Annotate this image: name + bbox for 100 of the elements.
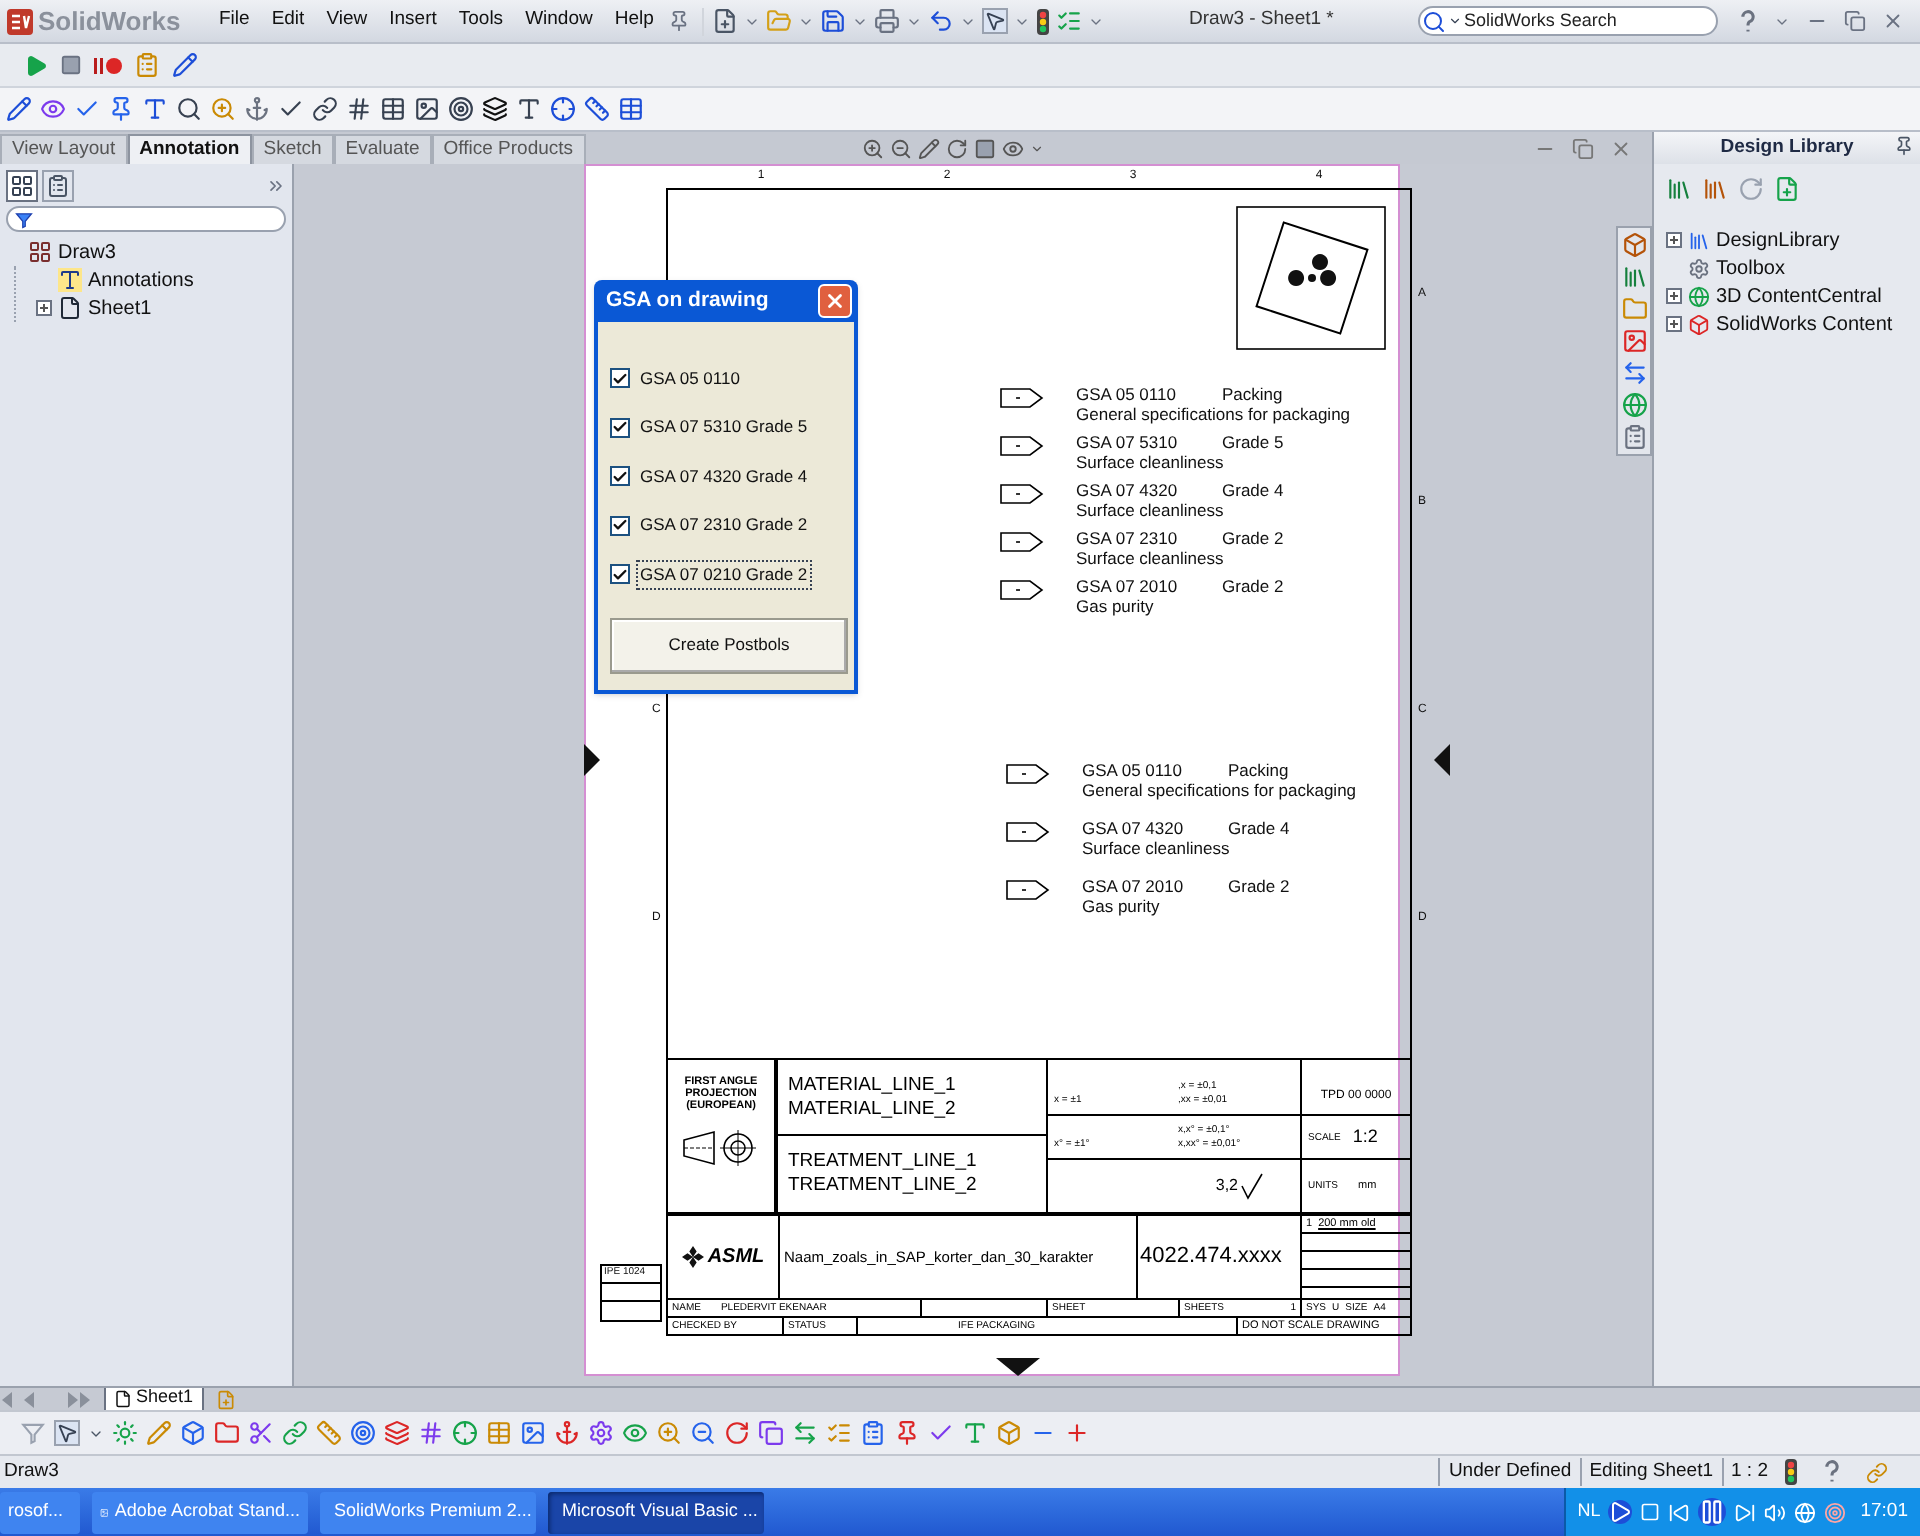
- folder-icon[interactable]: [1621, 296, 1647, 322]
- help-icon[interactable]: [1822, 1460, 1842, 1484]
- eye-icon[interactable]: [40, 96, 66, 122]
- picture-icon[interactable]: [1621, 328, 1647, 354]
- pin-icon[interactable]: [668, 10, 691, 32]
- scissors-icon[interactable]: [248, 1420, 274, 1446]
- close-icon[interactable]: [1610, 138, 1632, 160]
- previous-icon[interactable]: [1668, 1501, 1691, 1523]
- record-icon[interactable]: [94, 53, 122, 77]
- pencil-icon[interactable]: [146, 1420, 172, 1446]
- tree-item-label[interactable]: Draw3: [58, 237, 116, 267]
- checkbox[interactable]: [610, 515, 630, 536]
- play-icon[interactable]: [24, 53, 48, 77]
- box-icon[interactable]: [180, 1420, 206, 1446]
- taskbar-button[interactable]: SolidWorks Premium 2...: [320, 1491, 536, 1533]
- text-note-icon[interactable]: [142, 96, 168, 122]
- next-icon[interactable]: [1734, 1501, 1757, 1523]
- magnifier-icon[interactable]: [176, 96, 202, 122]
- hash-icon[interactable]: [346, 96, 372, 122]
- table-icon[interactable]: [486, 1420, 512, 1446]
- sheet-tab[interactable]: Sheet1: [104, 1387, 204, 1411]
- command-tab[interactable]: View Layout: [0, 134, 128, 164]
- pin-icon[interactable]: [108, 96, 134, 122]
- print-icon[interactable]: [874, 8, 901, 34]
- save-icon[interactable]: [820, 8, 847, 34]
- checkbox[interactable]: [610, 466, 630, 487]
- text-icon[interactable]: [962, 1420, 988, 1446]
- checkbox-label[interactable]: GSA 07 5310 Grade 5: [636, 412, 812, 443]
- network-icon[interactable]: [1794, 1501, 1817, 1523]
- property-tab-icon[interactable]: [42, 170, 74, 202]
- zoom-out-icon[interactable]: [690, 1420, 716, 1446]
- link-icon[interactable]: [312, 96, 338, 122]
- tree-item-label[interactable]: Toolbox: [1716, 253, 1785, 283]
- volume-icon[interactable]: [1764, 1501, 1787, 1523]
- anchor-icon[interactable]: [244, 96, 270, 122]
- checkbox-label[interactable]: GSA 07 4320 Grade 4: [636, 461, 812, 492]
- add-library-icon[interactable]: [1666, 175, 1692, 201]
- arrows-icon[interactable]: [792, 1420, 818, 1446]
- rotate-icon[interactable]: [945, 138, 968, 160]
- zoom-out-icon[interactable]: [889, 138, 912, 160]
- target-icon[interactable]: [448, 96, 474, 122]
- expander-icon[interactable]: [1666, 232, 1682, 248]
- sun-icon[interactable]: [112, 1420, 138, 1446]
- checkbox[interactable]: [610, 564, 630, 585]
- restore-icon[interactable]: [1572, 138, 1594, 160]
- zoom-icon[interactable]: [210, 96, 236, 122]
- close-button[interactable]: [818, 284, 852, 318]
- checkbox-label[interactable]: GSA 05 0110: [636, 363, 744, 394]
- zoom-in-icon[interactable]: [656, 1420, 682, 1446]
- menu-item[interactable]: Help: [603, 6, 665, 36]
- expander-icon[interactable]: [1666, 316, 1682, 332]
- caret-icon[interactable]: [1029, 142, 1044, 156]
- restore-icon[interactable]: [1844, 10, 1866, 32]
- picture-icon[interactable]: [414, 96, 440, 122]
- select-pointer-icon[interactable]: [982, 8, 1009, 34]
- target-icon[interactable]: [350, 1420, 376, 1446]
- filter-field[interactable]: [6, 206, 286, 232]
- ruler-icon[interactable]: [584, 96, 610, 122]
- rebuild-status-icon[interactable]: [1784, 1458, 1798, 1486]
- pause-icon[interactable]: [1698, 1498, 1727, 1526]
- new-document-icon[interactable]: [712, 8, 739, 34]
- tree-item-label[interactable]: SolidWorks Content: [1716, 309, 1893, 339]
- hash-icon[interactable]: [418, 1420, 444, 1446]
- menu-item[interactable]: File: [208, 6, 261, 36]
- tree-item-label[interactable]: DesignLibrary: [1716, 225, 1840, 255]
- pin-icon[interactable]: [1894, 136, 1914, 156]
- library-icon[interactable]: [1621, 264, 1647, 290]
- menu-item[interactable]: Edit: [260, 6, 316, 36]
- search-field[interactable]: SolidWorks Search: [1418, 6, 1718, 36]
- menu-item[interactable]: View: [315, 6, 379, 36]
- undo-icon[interactable]: [928, 8, 955, 34]
- cube-icon[interactable]: [996, 1420, 1022, 1446]
- view-box-icon[interactable]: [973, 138, 996, 160]
- expander-icon[interactable]: [36, 300, 52, 316]
- checkbox[interactable]: [610, 368, 630, 389]
- picture-icon[interactable]: [520, 1420, 546, 1446]
- arrows-icon[interactable]: [1621, 360, 1647, 386]
- copy-icon[interactable]: [758, 1420, 784, 1446]
- new-file-icon[interactable]: [1774, 175, 1800, 201]
- search-icon[interactable]: [1422, 9, 1446, 33]
- gear-icon[interactable]: [588, 1420, 614, 1446]
- play-icon[interactable]: [1608, 1500, 1633, 1524]
- rotate-icon[interactable]: [724, 1420, 750, 1446]
- sheet-edge-marker-icon[interactable]: [996, 1358, 1040, 1376]
- expander-icon[interactable]: [1666, 288, 1682, 304]
- command-tab[interactable]: Annotation: [127, 134, 252, 164]
- create-postbols-button[interactable]: Create Postbols: [610, 617, 848, 673]
- checklist-icon[interactable]: [826, 1420, 852, 1446]
- taskbar-button[interactable]: Adobe Acrobat Stand...: [92, 1491, 308, 1533]
- command-tab[interactable]: Evaluate: [333, 134, 432, 164]
- expand-panel-icon[interactable]: [266, 176, 286, 196]
- command-tab[interactable]: Office Products: [431, 134, 586, 164]
- filter-icon[interactable]: [20, 1420, 46, 1446]
- checkbox-label[interactable]: GSA 07 0210 Grade 2: [636, 559, 812, 590]
- caret-icon[interactable]: [1448, 14, 1462, 28]
- folder-icon[interactable]: [214, 1420, 240, 1446]
- tree-item-label[interactable]: 3D ContentCentral: [1716, 281, 1882, 311]
- checkbox[interactable]: [610, 417, 630, 438]
- traffic-light-icon[interactable]: [1036, 7, 1051, 35]
- help-icon[interactable]: [1738, 9, 1758, 33]
